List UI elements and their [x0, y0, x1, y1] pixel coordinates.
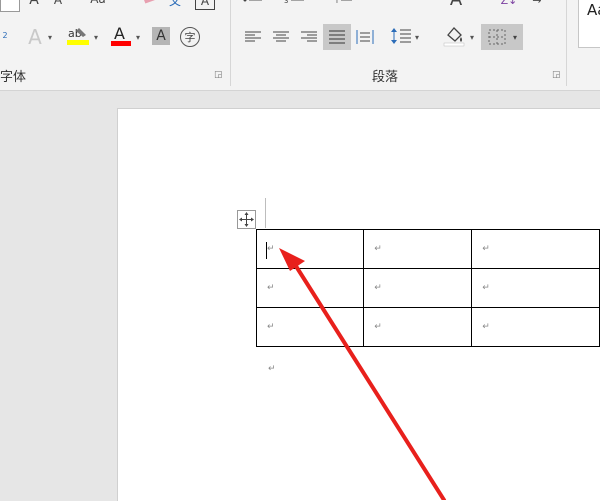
- annotation-arrow: [279, 248, 446, 500]
